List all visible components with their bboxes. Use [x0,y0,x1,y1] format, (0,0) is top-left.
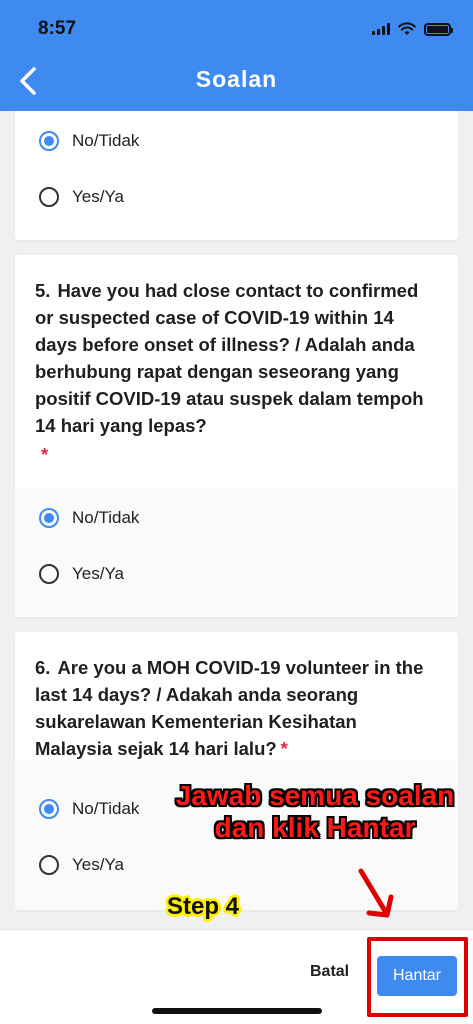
question-header: 5. Have you had close contact to confirme… [15,255,458,468]
home-indicator[interactable] [152,1008,322,1014]
radio-checked-icon[interactable] [39,131,59,151]
status-time: 8:57 [38,18,77,39]
option-label: Yes/Ya [72,187,124,206]
question-header: 6. Are you a MOH COVID-19 volunteer in th… [15,632,458,762]
option-label: No/Tidak [72,131,140,150]
option-label: No/Tidak [72,799,140,818]
wifi-icon [398,22,416,35]
required-marker: * [41,444,49,465]
question-text: 6. Are you a MOH COVID-19 volunteer in th… [35,657,424,759]
pointer-arrow-icon [358,868,394,918]
radio-unchecked-icon[interactable] [39,564,59,584]
status-bar: 8:57 [0,0,473,56]
option-no[interactable]: No/Tidak [39,128,139,154]
radio-unchecked-icon[interactable] [39,187,59,207]
battery-icon [424,22,453,36]
signal-icon [372,23,390,35]
question-card-4: No/Tidak Yes/Ya [15,111,458,240]
answer-options: No/Tidak Yes/Ya [15,489,458,617]
required-marker: * [280,738,288,759]
question-text: 5. Have you had close contact to confirme… [35,277,438,468]
option-no[interactable]: No/Tidak [39,796,139,822]
radio-checked-icon[interactable] [39,508,59,528]
question-card-5: 5. Have you had close contact to confirme… [15,255,458,617]
option-yes[interactable]: Yes/Ya [39,852,124,878]
status-icons [372,22,453,36]
cancel-button[interactable]: Batal [310,963,349,981]
highlight-box [367,937,468,1017]
question-number: 5. [35,280,51,301]
option-yes[interactable]: Yes/Ya [39,184,124,210]
radio-unchecked-icon[interactable] [39,855,59,875]
option-yes[interactable]: Yes/Ya [39,561,124,587]
option-label: No/Tidak [72,508,140,527]
option-label: Yes/Ya [72,855,124,874]
step-label: Step 4 [167,893,240,920]
option-no[interactable]: No/Tidak [39,505,139,531]
instruction-annotation: Jawab semua soalan dan klik Hantar [175,780,455,843]
question-number: 6. [35,657,51,678]
radio-checked-icon[interactable] [39,799,59,819]
option-label: Yes/Ya [72,564,124,583]
app-header: 8:57 Soalan [0,0,473,111]
page-title: Soalan [195,66,278,92]
